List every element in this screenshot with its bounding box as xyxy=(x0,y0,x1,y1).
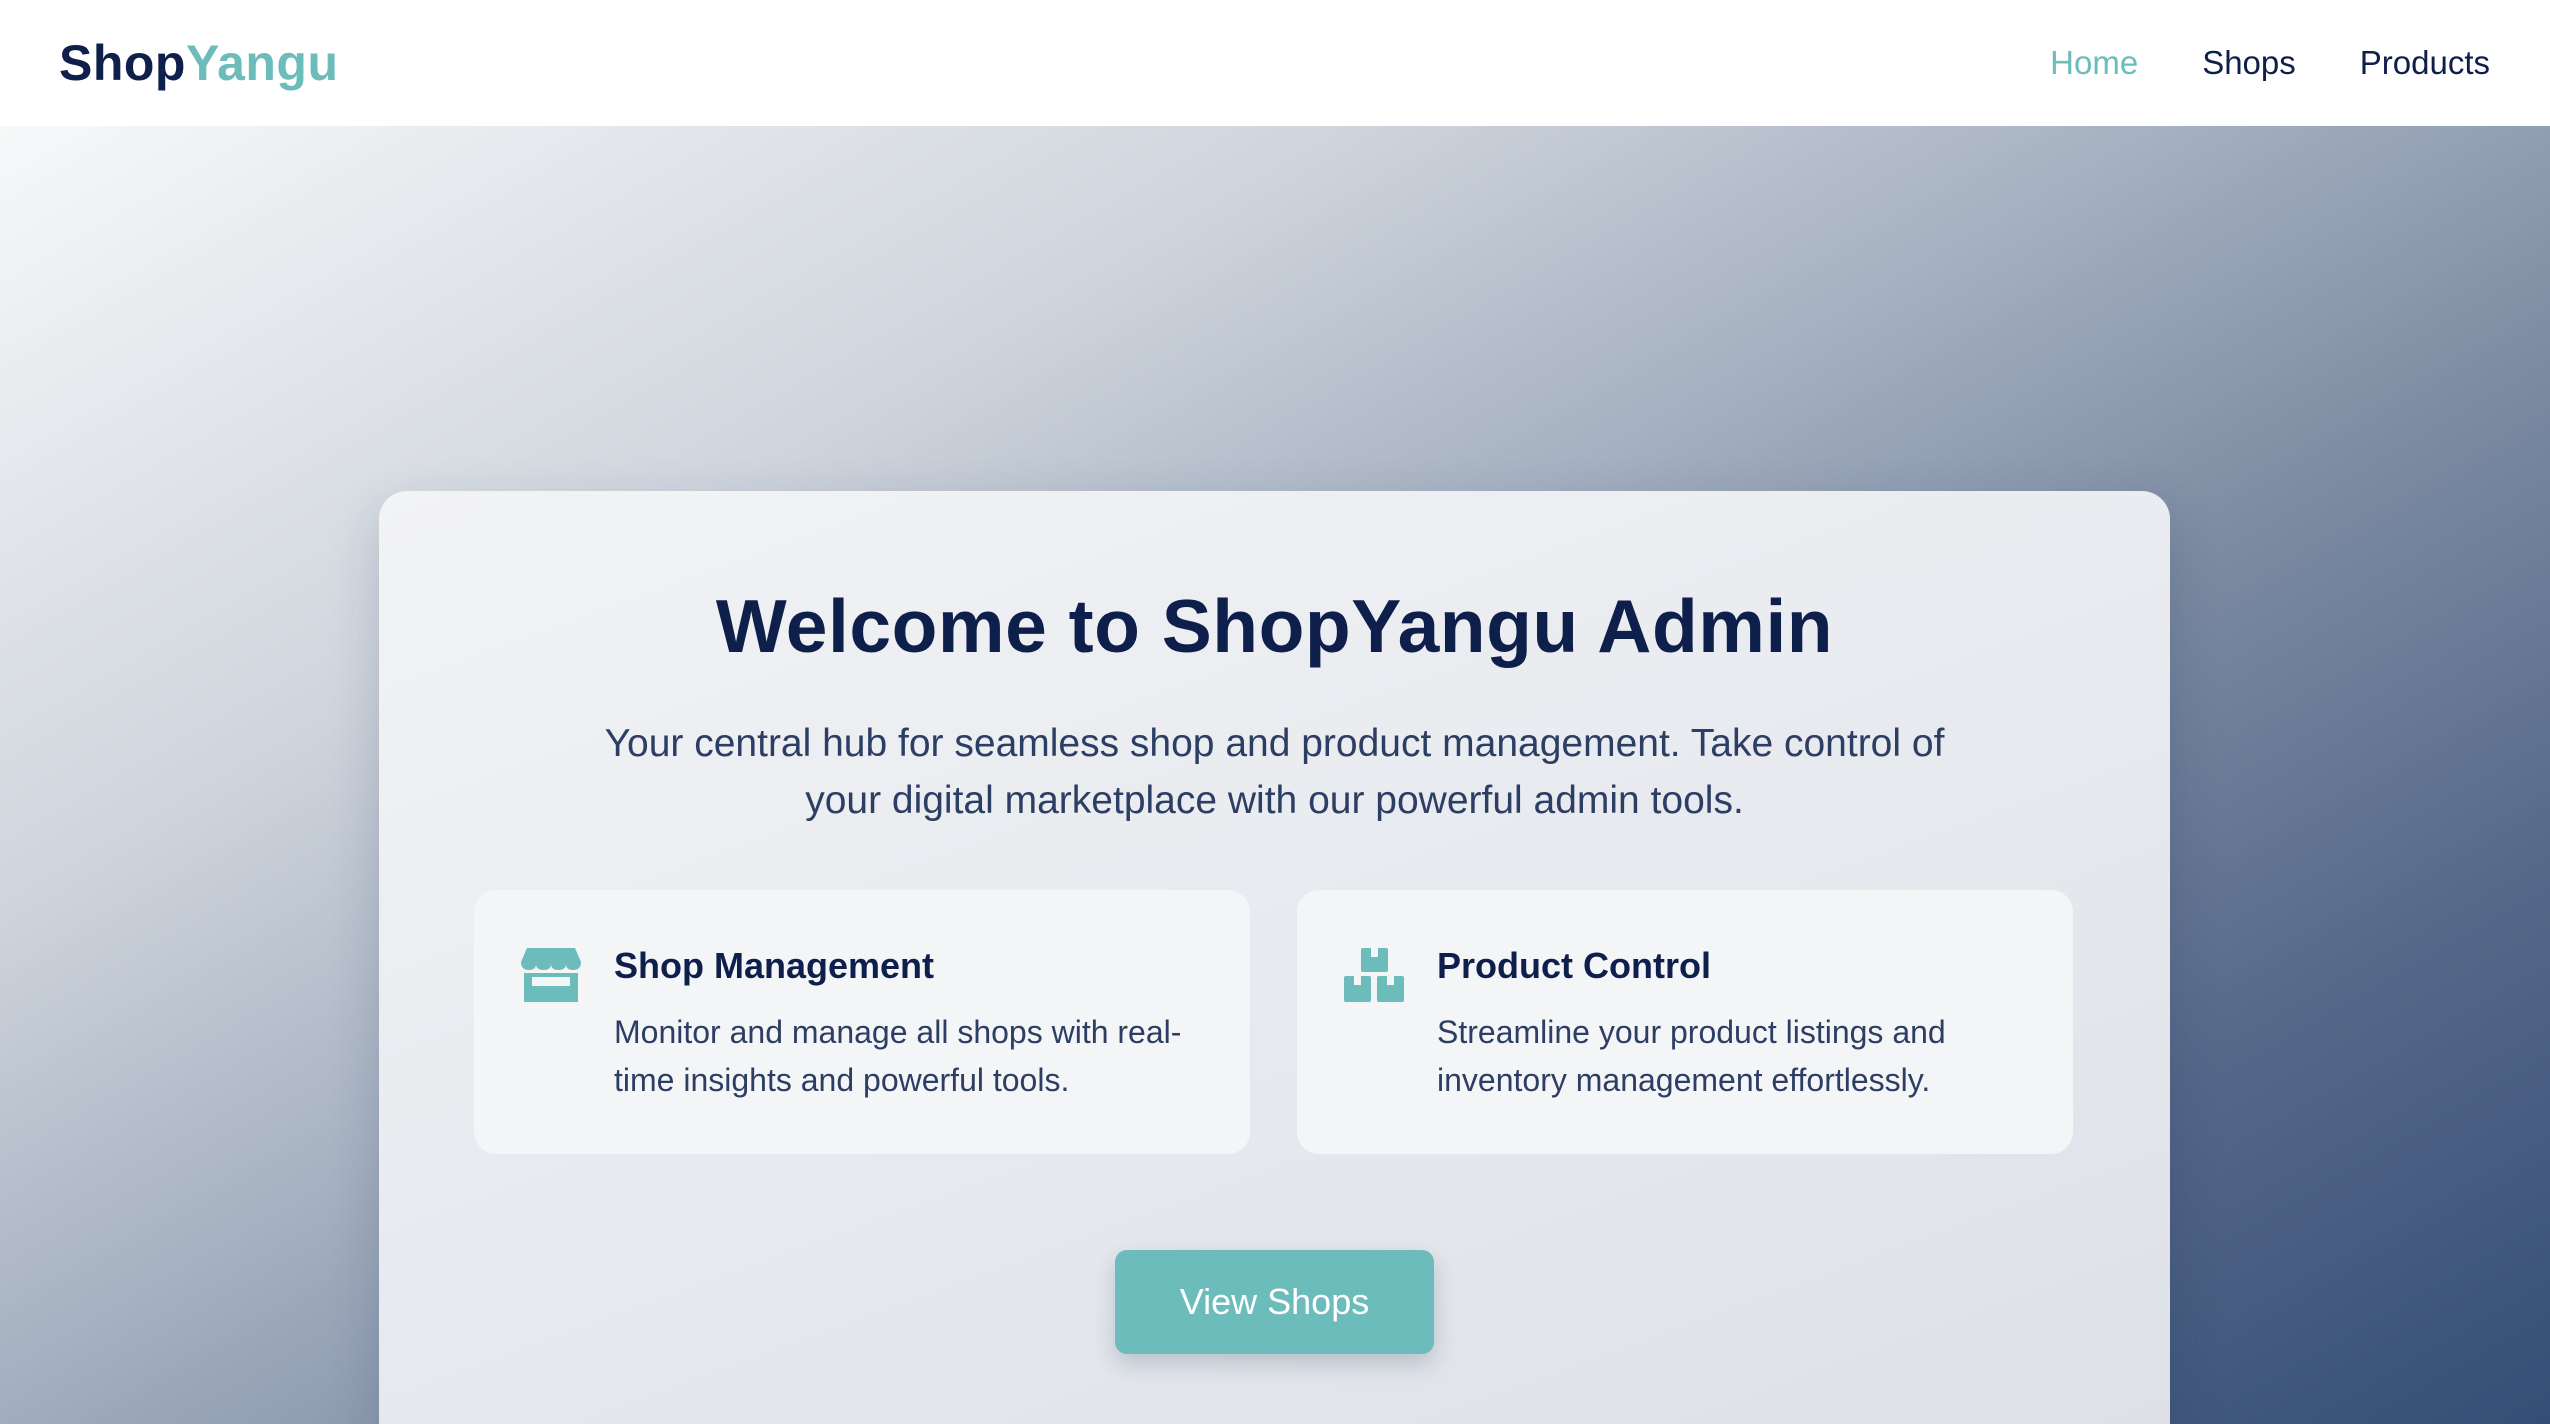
nav-link-products[interactable]: Products xyxy=(2360,44,2490,82)
store-icon xyxy=(521,948,581,1002)
navbar: Shop Yangu Home Shops Products xyxy=(0,0,2550,126)
welcome-card: Welcome to ShopYangu Admin Your central … xyxy=(379,491,2170,1424)
boxes-icon xyxy=(1344,948,1404,1002)
feature-card-shop-management: Shop Management Monitor and manage all s… xyxy=(474,890,1250,1154)
nav-links: Home Shops Products xyxy=(2050,44,2490,82)
nav-link-shops[interactable]: Shops xyxy=(2202,44,2296,82)
feature-title: Shop Management xyxy=(614,945,935,986)
logo[interactable]: Shop Yangu xyxy=(59,34,339,92)
feature-card-product-control: Product Control Streamline your product … xyxy=(1297,890,2073,1154)
hero-section: Welcome to ShopYangu Admin Your central … xyxy=(0,126,2550,1424)
feature-description: Streamline your product listings and inv… xyxy=(1437,1014,1946,1098)
view-shops-button[interactable]: View Shops xyxy=(1115,1250,1434,1354)
logo-text-shop: Shop xyxy=(59,35,186,91)
nav-link-home[interactable]: Home xyxy=(2050,44,2138,82)
feature-description: Monitor and manage all shops with real-t… xyxy=(614,1014,1182,1098)
page-subtitle: Your central hub for seamless shop and p… xyxy=(604,722,1945,822)
page-title: Welcome to ShopYangu Admin xyxy=(715,584,1834,668)
logo-text-yangu: Yangu xyxy=(185,35,339,91)
feature-title: Product Control xyxy=(1437,945,1711,986)
